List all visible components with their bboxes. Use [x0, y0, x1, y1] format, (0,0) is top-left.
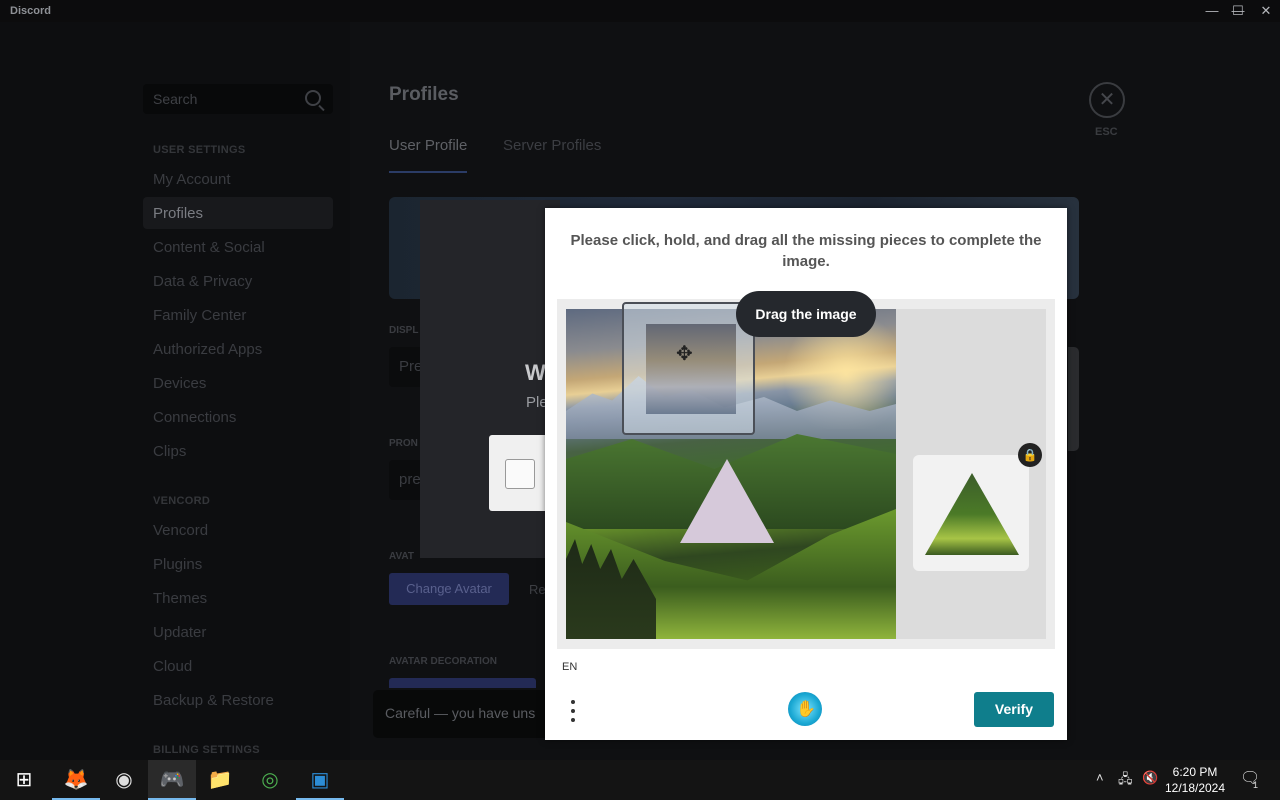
- remote-desktop-icon[interactable]: ▣: [296, 760, 344, 800]
- taskbar-clock[interactable]: 6:20 PM 12/18/2024: [1160, 764, 1230, 796]
- sidebar-item-my-account[interactable]: My Account: [143, 163, 333, 195]
- hcaptcha-widget[interactable]: [489, 435, 549, 511]
- notification-count: 1: [1253, 780, 1259, 790]
- captcha-prompt: Please click, hold, and drag all the mis…: [570, 232, 1042, 270]
- captcha-challenge: Please click, hold, and drag all the mis…: [545, 208, 1067, 740]
- sidebar-item-devices[interactable]: Devices: [143, 367, 333, 399]
- maximize-button[interactable]: ☐: [1226, 2, 1250, 20]
- remove-avatar-button[interactable]: Re: [529, 582, 546, 597]
- sidebar-item-clips[interactable]: Clips: [143, 435, 333, 467]
- move-cursor-icon: ✥: [676, 343, 693, 365]
- change-avatar-button[interactable]: Change Avatar: [389, 573, 509, 605]
- network-icon[interactable]: 🖧: [1118, 770, 1133, 792]
- sidebar-item-content-social[interactable]: Content & Social: [143, 231, 333, 263]
- tab-user-profile[interactable]: User Profile: [389, 137, 468, 173]
- page-title: Profiles: [389, 84, 459, 105]
- close-settings-button[interactable]: ✕: [1089, 82, 1125, 118]
- sidebar-item-family-center[interactable]: Family Center: [143, 299, 333, 331]
- sidebar-item-updater[interactable]: Updater: [143, 616, 333, 648]
- sidebar-item-profiles[interactable]: Profiles: [143, 197, 333, 229]
- unsaved-warning-text: Careful — you have uns: [385, 705, 536, 721]
- vencord-header: VENCORD: [153, 495, 211, 507]
- sidebar-item-cloud[interactable]: Cloud: [143, 650, 333, 682]
- tab-server-profiles[interactable]: Server Profiles: [503, 137, 601, 154]
- draggable-piece-image: [646, 324, 736, 414]
- draggable-piece[interactable]: [622, 302, 755, 435]
- window-title: Discord: [10, 5, 51, 17]
- sidebar-item-vencord[interactable]: Vencord: [143, 514, 333, 546]
- sidebar-item-data-privacy[interactable]: Data & Privacy: [143, 265, 333, 297]
- lock-icon: 🔒: [1018, 443, 1042, 467]
- minimize-button-2[interactable]: —: [1200, 2, 1224, 20]
- captcha-checkbox[interactable]: [505, 459, 535, 489]
- esc-label: ESC: [1095, 126, 1118, 138]
- triangle-puzzle-piece[interactable]: [925, 473, 1019, 555]
- windows-taskbar: ⊞ 🦊 ◉ 🎮 📁 ◎ ▣ ˄ 🖧 🔇 6:20 PM 12/18/2024 🗨…: [0, 760, 1280, 800]
- billing-settings-header: BILLING SETTINGS: [153, 744, 260, 756]
- obs-icon[interactable]: ◉: [100, 760, 148, 800]
- verify-button[interactable]: Verify: [974, 692, 1054, 727]
- drag-tooltip: Drag the image: [736, 291, 876, 337]
- close-window-button[interactable]: ✕: [1254, 2, 1278, 20]
- puzzle-piece-card[interactable]: [913, 455, 1029, 571]
- verification-modal-title: W: [525, 360, 546, 385]
- sidebar-item-connections[interactable]: Connections: [143, 401, 333, 433]
- search-placeholder: Search: [153, 91, 198, 107]
- user-settings-header: USER SETTINGS: [153, 144, 246, 156]
- sidebar-item-backup-restore[interactable]: Backup & Restore: [143, 684, 333, 716]
- avatar-label: AVAT: [389, 551, 414, 562]
- display-name-label: DISPL: [389, 325, 419, 336]
- window-titlebar: Discord —: [0, 0, 1280, 22]
- clock-time: 6:20 PM: [1172, 765, 1218, 779]
- volume-muted-icon[interactable]: 🔇: [1142, 770, 1158, 786]
- captcha-puzzle-area: 🔒 ✥ Drag the image: [557, 291, 1055, 649]
- windows-start-icon[interactable]: ⊞: [0, 760, 48, 800]
- file-explorer-icon[interactable]: 📁: [196, 760, 244, 800]
- chrome-canary-icon[interactable]: ◎: [246, 760, 294, 800]
- sidebar-item-authorized-apps[interactable]: Authorized Apps: [143, 333, 333, 365]
- sidebar-item-plugins[interactable]: Plugins: [143, 548, 333, 580]
- search-icon: [305, 90, 321, 106]
- sidebar-item-themes[interactable]: Themes: [143, 582, 333, 614]
- pronouns-label: PRON: [389, 438, 418, 449]
- discord-taskbar-icon[interactable]: 🎮: [148, 760, 196, 800]
- close-icon: ✕: [1098, 89, 1116, 111]
- hcaptcha-logo-icon: ✋: [788, 692, 822, 726]
- clock-date: 12/18/2024: [1164, 781, 1226, 795]
- language-selector[interactable]: EN: [562, 661, 577, 673]
- settings-search[interactable]: Search: [143, 84, 333, 114]
- tray-expand-icon[interactable]: ˄: [1096, 770, 1104, 785]
- metamask-icon[interactable]: 🦊: [52, 760, 100, 800]
- scrollbar[interactable]: [1068, 347, 1079, 451]
- avatar-decoration-button[interactable]: [389, 678, 536, 688]
- avatar-decoration-label: AVATAR DECORATION: [389, 656, 497, 667]
- captcha-menu-button[interactable]: [569, 697, 577, 723]
